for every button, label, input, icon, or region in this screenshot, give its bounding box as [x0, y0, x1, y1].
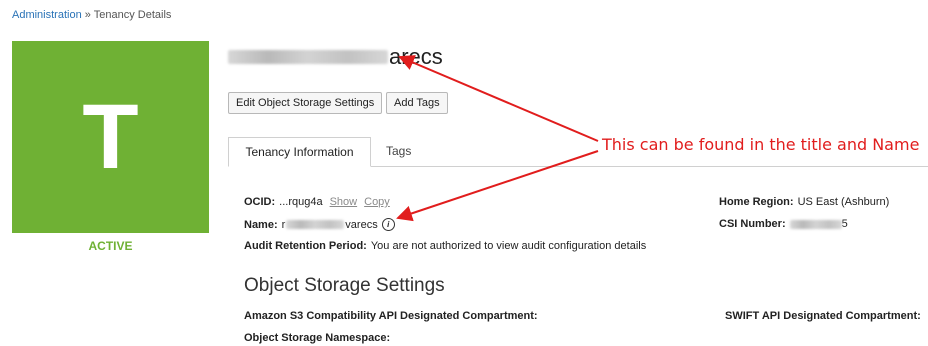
arrow-to-name: [396, 150, 599, 222]
arrow-to-title: [398, 55, 599, 142]
annotation-arrows: [396, 55, 599, 222]
